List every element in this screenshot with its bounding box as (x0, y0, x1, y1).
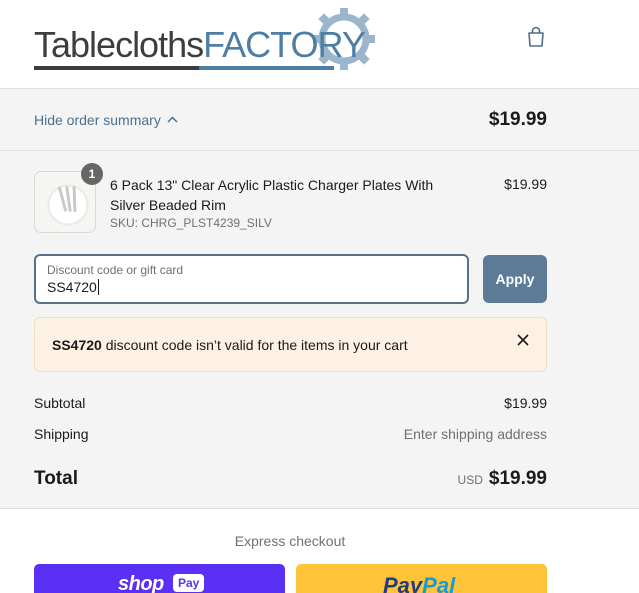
shop-pay-badge: Pay (173, 574, 205, 592)
paypal-button[interactable]: PayPal (296, 564, 547, 593)
shipping-value: Enter shipping address (403, 426, 547, 442)
express-checkout-title: Express checkout (234, 533, 346, 549)
alert-code: SS4720 (52, 337, 102, 353)
shop-pay-wordmark: shop (118, 573, 164, 593)
product-name: 6 Pack 13" Clear Acrylic Plastic Charger… (110, 177, 434, 213)
site-header: TableclothsFACTORY (0, 0, 639, 89)
quantity-badge: 1 (81, 163, 103, 185)
total-label: Total (34, 468, 78, 489)
discount-input[interactable]: SS4720 (47, 279, 99, 295)
express-checkout: Express checkout shop Pay PayPal (0, 508, 639, 593)
product-price: $19.99 (504, 176, 547, 192)
shipping-row: Shipping Enter shipping address (34, 426, 547, 442)
paypal-part-2: Pal (422, 573, 456, 593)
apply-button[interactable]: Apply (483, 255, 547, 303)
paypal-wordmark: PayPal (383, 573, 455, 593)
logo-wordmark: TableclothsFACTORY (34, 24, 366, 66)
logo-part-1: Tablecloths (34, 24, 204, 65)
subtotal-row: Subtotal $19.99 (34, 395, 547, 411)
subtotal-label: Subtotal (34, 395, 86, 411)
shop-pay-button[interactable]: shop Pay (34, 564, 285, 593)
order-summary: 1 6 Pack 13" Clear Acrylic Plastic Charg… (0, 151, 639, 508)
product-sku: SKU: CHRG_PLST4239_SILV (110, 216, 272, 230)
order-summary-bar: Hide order summary $19.99 (0, 89, 639, 151)
store-logo[interactable]: TableclothsFACTORY (34, 8, 379, 70)
total-amount: USD $19.99 (458, 468, 547, 490)
discount-error-alert: SS4720 discount code isn’t valid for the… (34, 317, 547, 372)
discount-input-value: SS4720 (47, 279, 97, 295)
shipping-label: Shipping (34, 426, 89, 442)
text-cursor (97, 279, 99, 295)
total-value: $19.99 (488, 468, 547, 489)
discount-field-label: Discount code or gift card (47, 263, 184, 277)
total-row: Total USD $19.99 (34, 468, 547, 490)
alert-text: discount code isn’t valid for the items … (101, 337, 408, 353)
close-icon[interactable] (517, 334, 529, 346)
paypal-part-1: Pay (383, 573, 423, 593)
logo-underline (34, 66, 334, 70)
chevron-up-icon (167, 116, 178, 123)
hide-order-summary-toggle[interactable]: Hide order summary (34, 112, 178, 128)
toggle-label: Hide order summary (34, 112, 161, 128)
shopping-bag-icon[interactable] (526, 26, 546, 48)
subtotal-value: $19.99 (504, 395, 547, 411)
currency-code: USD (457, 473, 483, 487)
alert-message: SS4720 discount code isn’t valid for the… (52, 337, 408, 353)
summary-total: $19.99 (488, 109, 547, 130)
discount-field[interactable]: Discount code or gift card SS4720 (34, 254, 469, 304)
logo-part-2: FACTORY (203, 24, 366, 65)
